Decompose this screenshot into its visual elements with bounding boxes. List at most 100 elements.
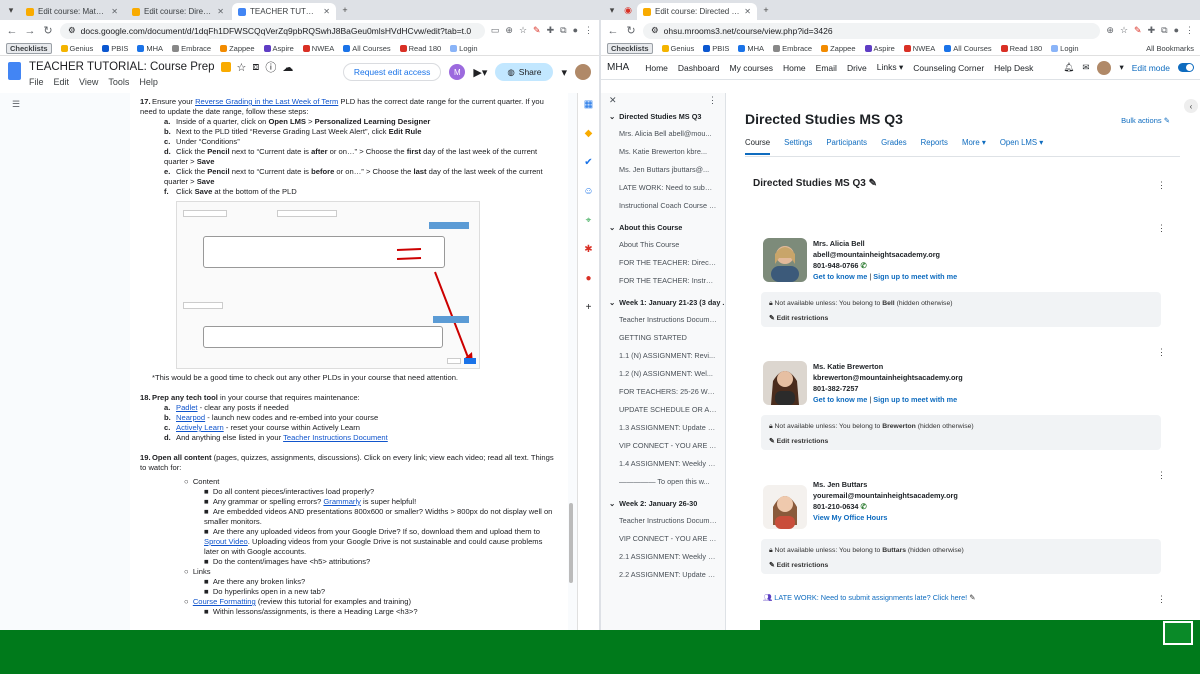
- tab-search-icon[interactable]: ▾: [4, 3, 18, 17]
- course-formatting-link[interactable]: Course Formatting: [193, 597, 256, 606]
- drawer-item[interactable]: FOR THE TEACHER: Directed S...: [601, 253, 725, 271]
- close-tab-icon[interactable]: ✕: [111, 7, 118, 16]
- reload-icon[interactable]: ↻: [625, 24, 637, 37]
- menu-view[interactable]: View: [79, 77, 98, 87]
- collaborator-avatar[interactable]: M: [449, 64, 466, 80]
- nav-drive[interactable]: Drive: [847, 63, 867, 73]
- close-drawer-icon[interactable]: ✕: [609, 95, 617, 107]
- bookmark-zappee[interactable]: Zappee: [821, 44, 856, 53]
- reload-icon[interactable]: ↻: [42, 24, 54, 37]
- bookmark-nwea[interactable]: NWEA: [302, 44, 334, 53]
- left-tab-1[interactable]: Edit course: Math Essential Ele✕: [20, 3, 124, 20]
- bookmark-checklists[interactable]: Checklists: [6, 42, 52, 54]
- site-brand[interactable]: MHA: [607, 62, 629, 73]
- nav-email[interactable]: Email: [816, 63, 837, 73]
- drawer-item[interactable]: VIP CONNECT - YOU ARE A VE...: [601, 436, 725, 454]
- nav-my-courses[interactable]: My courses: [730, 63, 773, 73]
- nav-links[interactable]: Links ▾: [877, 62, 904, 73]
- drawer-section-title[interactable]: ⌄ Week 1: January 21-23 (3 day ...: [601, 295, 725, 310]
- drawer-item[interactable]: Teacher Instructions Docume...: [601, 310, 725, 328]
- left-url-field[interactable]: ⚙ docs.google.com/document/d/1dqFh1DFWSCQ…: [60, 22, 485, 39]
- extension-icon[interactable]: ✚: [1148, 25, 1156, 36]
- drawer-item[interactable]: Ms. Katie Brewerton kbre...: [601, 142, 725, 160]
- cast-icon[interactable]: ▭: [491, 25, 500, 36]
- close-tab-icon[interactable]: ✕: [744, 7, 751, 16]
- drawer-item[interactable]: 2.1 ASSIGNMENT: Weekly VIP ...: [601, 547, 725, 565]
- bookmark-all-courses[interactable]: All Courses: [944, 44, 992, 53]
- bookmark-mha[interactable]: MHA: [738, 44, 764, 53]
- folder-badge-icon[interactable]: [220, 62, 231, 72]
- calendar-icon[interactable]: ▦: [584, 99, 593, 110]
- profile-icon[interactable]: ●: [573, 25, 578, 36]
- drawer-item[interactable]: FOR THE TEACHER: Instructio...: [601, 271, 725, 289]
- bookmark-zappee[interactable]: Zappee: [220, 44, 255, 53]
- all-bookmarks[interactable]: All Bookmarks: [1146, 44, 1194, 53]
- outline-icon[interactable]: ☰: [12, 99, 20, 110]
- activity-menu-icon[interactable]: ⋮: [1157, 470, 1166, 481]
- drawer-item[interactable]: 1.2 (N) ASSIGNMENT: Wel...: [601, 364, 725, 382]
- profile-icon[interactable]: ●: [1174, 25, 1179, 36]
- info-icon[interactable]: ⓘ: [265, 59, 276, 75]
- teacher-email[interactable]: abell@mountainheightsacademy.org: [813, 249, 957, 260]
- pen-extension-icon[interactable]: ✎: [533, 25, 541, 36]
- get-to-know-me-link[interactable]: Get to know me: [813, 395, 867, 404]
- drawer-section-title[interactable]: ⌄ Week 2: January 26-30: [601, 496, 725, 511]
- drawer-item[interactable]: Mrs. Alicia Bell abell@mou...: [601, 124, 725, 142]
- drawer-item[interactable]: FOR TEACHERS: 25-26 Welco...: [601, 382, 725, 400]
- drawer-menu-icon[interactable]: ⋮: [708, 95, 717, 107]
- bookmark-pbis[interactable]: PBIS: [703, 44, 729, 53]
- menu-dots-icon[interactable]: ⋮: [1185, 25, 1194, 36]
- bookmark-aspire[interactable]: Aspire: [864, 44, 895, 53]
- back-icon[interactable]: ←: [6, 25, 18, 37]
- drawer-item[interactable]: 1.1 (N) ASSIGNMENT: Revi...: [601, 346, 725, 364]
- new-tab-icon[interactable]: +: [338, 3, 352, 17]
- messages-icon[interactable]: ✉: [1082, 62, 1089, 73]
- teacher-instructions-link[interactable]: Teacher Instructions Document: [283, 433, 388, 442]
- activity-menu-icon[interactable]: ⋮: [1157, 347, 1166, 358]
- get-to-know-me-link[interactable]: Get to know me: [813, 272, 867, 281]
- sign-up-meet-link[interactable]: Sign up to meet with me: [873, 272, 957, 281]
- drawer-item[interactable]: ————— To open this w...: [601, 472, 725, 490]
- actively-learn-link[interactable]: Actively Learn: [176, 423, 224, 432]
- pen-extension-icon[interactable]: ✎: [1134, 25, 1142, 36]
- docs-logo-icon[interactable]: [8, 62, 21, 80]
- bookmark-checklists[interactable]: Checklists: [607, 42, 653, 54]
- menu-help[interactable]: Help: [139, 77, 158, 87]
- bookmark-login[interactable]: Login: [450, 44, 478, 53]
- puzzle-icon[interactable]: ⧉: [1161, 25, 1167, 36]
- pencil-icon[interactable]: ✎: [969, 593, 975, 602]
- office-hours-link[interactable]: View My Office Hours: [813, 513, 887, 522]
- block-drawer-toggle-icon[interactable]: ‹: [1184, 99, 1198, 113]
- bookmark-embrace[interactable]: Embrace: [172, 44, 211, 53]
- tasks-icon[interactable]: ✔: [584, 157, 592, 168]
- cloud-icon[interactable]: ☁: [282, 61, 293, 74]
- grammarly-link[interactable]: Grammarly: [323, 497, 361, 506]
- bookmark-mha[interactable]: MHA: [137, 44, 163, 53]
- doc-scrollbar[interactable]: [569, 503, 573, 583]
- user-menu-chevron-icon[interactable]: ▾: [1119, 62, 1123, 73]
- nav-counseling-corner[interactable]: Counseling Corner: [913, 63, 984, 73]
- tab-more[interactable]: More ▾: [962, 138, 986, 155]
- close-tab-icon[interactable]: ✕: [323, 7, 330, 16]
- drawer-section-title[interactable]: ⌄ About this Course: [601, 220, 725, 235]
- site-info-icon[interactable]: ⚙: [68, 25, 76, 36]
- menu-edit[interactable]: Edit: [54, 77, 70, 87]
- zoom-icon[interactable]: ⊕: [505, 25, 513, 36]
- chevron-down-icon[interactable]: ⌄: [609, 298, 615, 307]
- contacts-icon[interactable]: ☺: [583, 186, 593, 197]
- activity-menu-icon[interactable]: ⋮: [1157, 594, 1166, 605]
- edit-restrictions-link[interactable]: ✎ Edit restrictions: [769, 311, 1153, 326]
- puzzle-icon[interactable]: ⧉: [560, 25, 566, 36]
- share-button[interactable]: ◍ Share: [495, 63, 554, 81]
- edit-section-pencil-icon[interactable]: ✎: [869, 178, 877, 189]
- drawer-item[interactable]: LATE WORK: Need to submit a...: [601, 178, 725, 196]
- padlet-link[interactable]: Padlet: [176, 403, 198, 412]
- reverse-grading-link[interactable]: Reverse Grading in the Last Week of Term: [195, 97, 338, 106]
- bookmark-nwea[interactable]: NWEA: [903, 44, 935, 53]
- tab-course[interactable]: Course: [745, 138, 771, 155]
- move-icon[interactable]: ⧈: [252, 61, 259, 74]
- tab-settings[interactable]: Settings: [784, 138, 812, 155]
- tab-participants[interactable]: Participants: [826, 138, 867, 155]
- bookmark-genius[interactable]: Genius: [661, 44, 694, 53]
- nearpod-link[interactable]: Nearpod: [176, 413, 205, 422]
